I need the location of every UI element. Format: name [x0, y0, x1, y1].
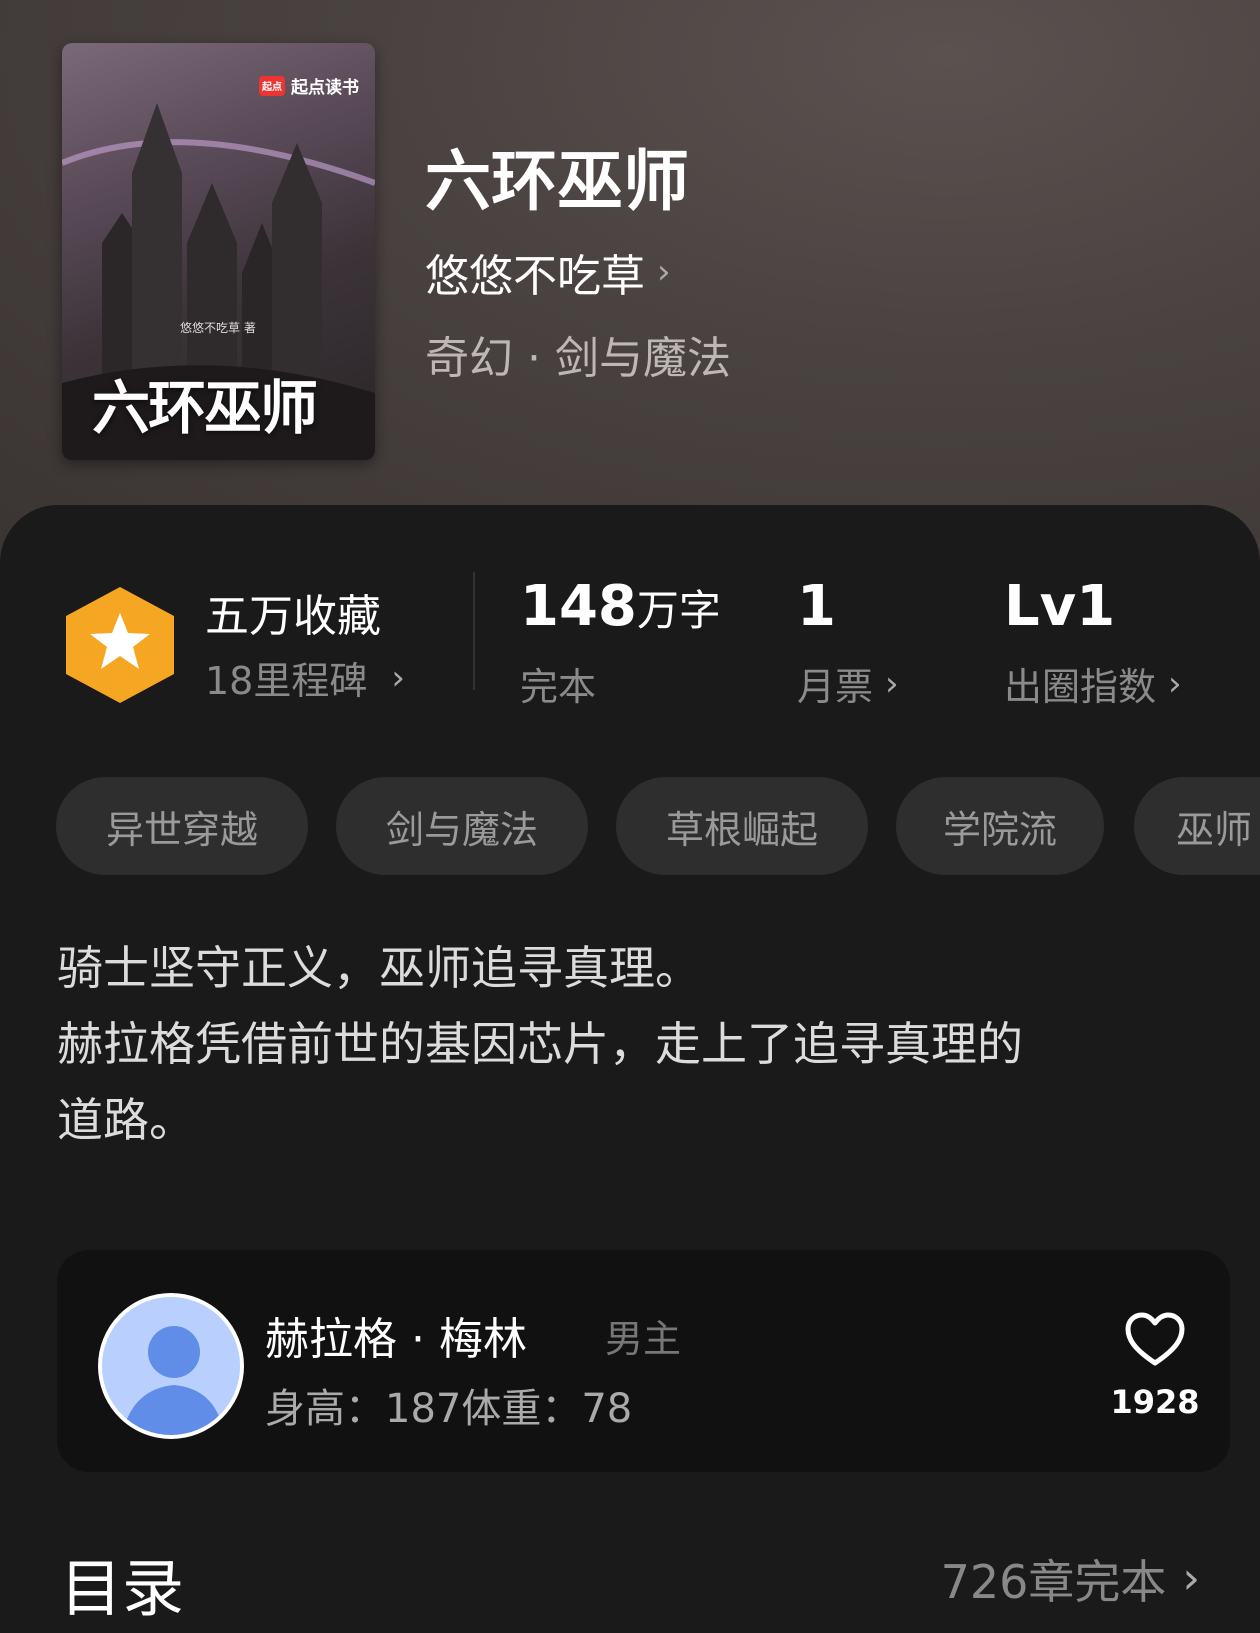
character-name: 赫拉格 · 梅林 — [265, 1314, 527, 1365]
favorites-count: 五万收藏 — [205, 591, 381, 642]
completion-status: 完本 — [520, 665, 597, 709]
character-info: 身高：187体重：78 — [265, 1386, 633, 1432]
index-link[interactable]: 出圈指数 › — [1004, 656, 1182, 711]
chevron-right-icon: › — [1182, 1553, 1200, 1604]
heart-icon[interactable] — [1124, 1311, 1186, 1369]
book-synopsis[interactable]: 骑士坚守正义，巫师追寻真理。 赫拉格凭借前世的基因芯片，走上了追寻真理的 道路。 — [57, 930, 1217, 1158]
stats-divider — [473, 572, 475, 690]
monthly-ticket-link[interactable]: 月票 › — [797, 656, 899, 711]
cover-author: 悠悠不吃草 著 — [180, 321, 256, 335]
character-avatar — [98, 1293, 244, 1439]
qidian-logo-icon: 起点 — [259, 75, 285, 96]
person-silhouette-icon — [102, 1297, 240, 1435]
chevron-right-icon: › — [885, 663, 899, 704]
character-role: 男主 — [605, 1317, 682, 1361]
book-genre: 奇幻 · 剑与魔法 — [425, 333, 731, 384]
tag-item[interactable]: 学院流 — [896, 777, 1104, 875]
toc-title: 目录 — [60, 1552, 185, 1625]
tag-item[interactable]: 巫师 — [1134, 777, 1260, 875]
book-title: 六环巫师 — [425, 142, 689, 220]
cover-brand: 起点 起点读书 — [259, 73, 359, 98]
tag-item[interactable]: 异世穿越 — [56, 777, 308, 875]
chevron-right-icon: › — [1168, 663, 1182, 704]
tag-item[interactable]: 剑与魔法 — [336, 777, 588, 875]
author-link[interactable]: 悠悠不吃草 › — [425, 240, 671, 304]
toc-link[interactable]: 726章完本 › — [941, 1546, 1200, 1612]
monthly-ticket-count: 1 — [797, 574, 836, 639]
book-cover[interactable]: 起点 起点读书 悠悠不吃草 著 六环巫师 — [62, 43, 375, 460]
star-badge-icon — [66, 587, 174, 703]
tag-list: 异世穿越 剑与魔法 草根崛起 学院流 巫师 — [0, 777, 1260, 875]
cover-title: 六环巫师 — [92, 374, 318, 442]
like-count: 1928 — [1110, 1383, 1200, 1421]
chevron-right-icon: › — [657, 252, 671, 292]
chevron-right-icon: › — [391, 657, 405, 698]
milestone-link[interactable]: 18里程碑 › — [205, 650, 405, 705]
index-level: Lv1 — [1004, 574, 1116, 639]
tag-item[interactable]: 草根崛起 — [616, 777, 868, 875]
word-count: 148万字 — [520, 574, 721, 639]
